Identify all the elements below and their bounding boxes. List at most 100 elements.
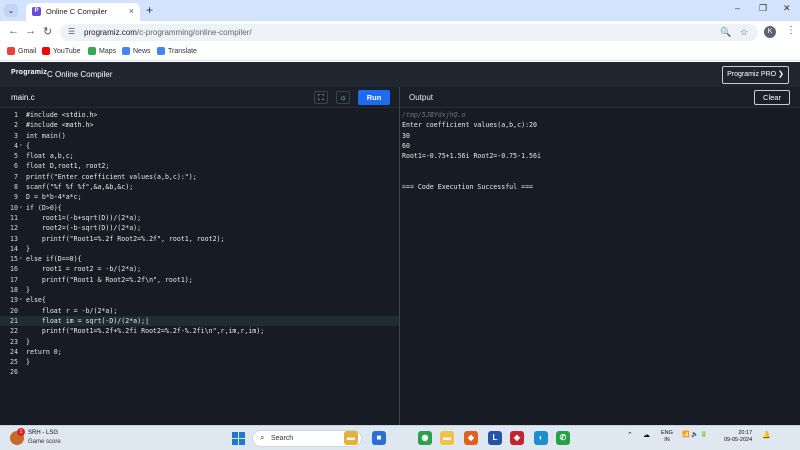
forward-button[interactable]: → (25, 25, 36, 37)
tab-search-menu-button[interactable]: ⌄ (4, 4, 18, 17)
bookmark-translate[interactable]: Translate (157, 47, 197, 55)
line-number: 15 (10, 255, 18, 264)
profile-avatar[interactable]: K (764, 26, 776, 38)
tray-overflow-icon[interactable]: ⌃ (627, 431, 633, 439)
address-bar[interactable]: ☰ programiz.com/c-programming/online-com… (60, 24, 758, 41)
bookmark-label: YouTube (53, 47, 81, 55)
theme-toggle-icon[interactable]: ☼ (336, 91, 350, 104)
site-info-icon[interactable]: ☰ (68, 27, 75, 36)
minimize-button[interactable]: – (735, 3, 740, 13)
translate-icon (157, 47, 165, 55)
code-text: float a,b,c; (26, 152, 74, 161)
url-text: programiz.com/c-programming/online-compi… (84, 28, 252, 37)
code-text: } (26, 358, 30, 367)
code-line[interactable]: 22 printf("Root1=%.2f+%.2fi Root2=%.2f-%… (0, 326, 399, 336)
search-label: Search (271, 434, 294, 442)
programiz-logo[interactable]: Programiz (11, 69, 47, 76)
run-button[interactable]: Run (358, 90, 390, 105)
code-line[interactable]: 1 #include <stdio.h> (0, 110, 399, 120)
lens-icon[interactable]: L (488, 431, 502, 445)
chrome-icon[interactable]: ◉ (418, 431, 432, 445)
code-text: float im = sqrt(-D)/(2*a);| (26, 316, 150, 325)
code-line[interactable]: 15 ▾ else if(D==0){ (0, 254, 399, 264)
file-tab-main-c[interactable]: main.c (11, 93, 35, 102)
code-line[interactable]: 25} (0, 357, 399, 367)
browser-tab-active[interactable]: P Online C Compiler × (26, 3, 140, 21)
editor-toolbar: main.c ⛶ ☼ Run (0, 87, 399, 108)
back-button[interactable]: ← (8, 25, 19, 37)
store-icon[interactable]: ■ (372, 431, 386, 445)
folder-icon[interactable]: ▬ (440, 431, 454, 445)
onedrive-cloud-icon[interactable]: ☁ (643, 431, 650, 439)
code-text: root1=(-b+sqrt(D))/(2*a); (26, 213, 142, 222)
code-text: D = b*b-4*a*c; (26, 193, 82, 202)
programiz-pro-button[interactable]: Programiz PRO ❯ (722, 66, 789, 84)
widget-subtitle: Game score (28, 439, 61, 445)
code-line[interactable]: 9 D = b*b-4*a*c; (0, 192, 399, 202)
code-line[interactable]: 18} (0, 285, 399, 295)
code-line[interactable]: 8 scanf("%f %f %f",&a,&b,&c); (0, 182, 399, 192)
fold-toggle-icon[interactable]: ▾ (19, 203, 23, 213)
bookmark-maps[interactable]: Maps (88, 47, 116, 55)
code-line[interactable]: 11 root1=(-b+sqrt(D))/(2*a); (0, 213, 399, 223)
output-console[interactable]: /tmp/5JBYdxjhQ.o Enter coefficient values… (402, 110, 798, 192)
fullscreen-icon[interactable]: ⛶ (314, 91, 328, 104)
network-volume-battery-icons[interactable]: 📶 🔈 🔋 (682, 431, 708, 438)
bookmark-news[interactable]: News (122, 47, 151, 55)
code-line[interactable]: 3 int main() (0, 131, 399, 141)
clear-button[interactable]: Clear (754, 90, 790, 105)
bookmark-gmail[interactable]: Gmail (7, 47, 36, 55)
output-line: Enter coefficient values(a,b,c):20 (402, 121, 537, 130)
language-indicator[interactable]: ENG IN (661, 430, 673, 444)
maximize-button[interactable]: ❐ (759, 3, 767, 14)
code-line[interactable]: 19 ▾ else{ (0, 295, 399, 305)
search-icon: ⌕ (260, 433, 265, 442)
code-line[interactable]: 20 float r = -b/(2*a); (0, 306, 399, 316)
fold-toggle-icon[interactable]: ▾ (19, 254, 23, 264)
close-window-button[interactable]: ✕ (783, 3, 791, 14)
reload-button[interactable]: ↻ (43, 25, 52, 38)
code-line[interactable]: 14} (0, 244, 399, 254)
new-tab-button[interactable]: + (146, 3, 153, 17)
code-text: scanf("%f %f %f",&a,&b,&c); (26, 183, 134, 192)
code-line[interactable]: 4 ▾{ (0, 141, 399, 151)
bookmark-youtube[interactable]: YouTube (42, 47, 81, 55)
code-text: else{ (26, 296, 46, 305)
edge-icon[interactable]: ◐ (534, 431, 548, 445)
code-line[interactable]: 26 (0, 367, 399, 377)
code-line[interactable]: 21 float im = sqrt(-D)/(2*a);| (0, 315, 399, 327)
browser-menu-icon[interactable]: ⋮ (786, 25, 796, 36)
browser-toolbar: ← → ↻ ☰ programiz.com/c-programming/onli… (0, 21, 800, 43)
code-line[interactable]: 16 root1 = root2 = -b/(2*a); (0, 264, 399, 274)
tab-close-icon[interactable]: × (129, 6, 134, 16)
code-line[interactable]: 13 printf("Root1=%.2f Root2=%.2f", root1… (0, 234, 399, 244)
code-editor[interactable]: 1 #include <stdio.h> 2 #include <math.h> 3 in… (0, 110, 399, 378)
line-number: 19 (10, 296, 18, 305)
line-number: 1 (14, 111, 18, 119)
code-line[interactable]: 10 ▾ if (D>0){ (0, 203, 399, 213)
code-line[interactable]: 6 float D,root1, root2; (0, 161, 399, 171)
code-line[interactable]: 2 #include <math.h> (0, 120, 399, 130)
news-icon (122, 47, 130, 55)
code-line[interactable]: 12 root2=(-b-sqrt(D))/(2*a); (0, 223, 399, 233)
code-text: printf("Enter coefficient values(a,b,c):… (26, 172, 197, 181)
office-icon[interactable]: ◆ (464, 431, 478, 445)
notification-bell-icon[interactable]: 🔔 (762, 431, 771, 439)
code-line[interactable]: 23} (0, 337, 399, 347)
fold-toggle-icon[interactable]: ▾ (19, 141, 23, 151)
code-line[interactable]: 17 printf("Root1 & Root2=%.2f\n", root1)… (0, 275, 399, 285)
code-text: int main() (26, 131, 66, 140)
code-line[interactable]: 7 printf("Enter coefficient values(a,b,c)… (0, 172, 399, 182)
whatsapp-icon[interactable]: ✆ (556, 431, 570, 445)
start-button[interactable] (232, 432, 245, 445)
code-editor-pane: main.c ⛶ ☼ Run 1 #include <stdio.h> 2 #incl… (0, 87, 399, 425)
file-explorer-icon[interactable]: ▬ (344, 431, 358, 445)
shield-icon[interactable]: ◈ (510, 431, 524, 445)
code-line[interactable]: 24 return 0; (0, 347, 399, 357)
zoom-icon[interactable]: 🔍 (720, 27, 731, 38)
bookmark-star-icon[interactable]: ☆ (740, 27, 748, 38)
fold-toggle-icon[interactable]: ▾ (19, 295, 23, 305)
line-number: 3 (14, 131, 18, 140)
code-line[interactable]: 5 float a,b,c; (0, 151, 399, 161)
system-clock[interactable]: 20:17 09-05-2024 (724, 430, 752, 444)
